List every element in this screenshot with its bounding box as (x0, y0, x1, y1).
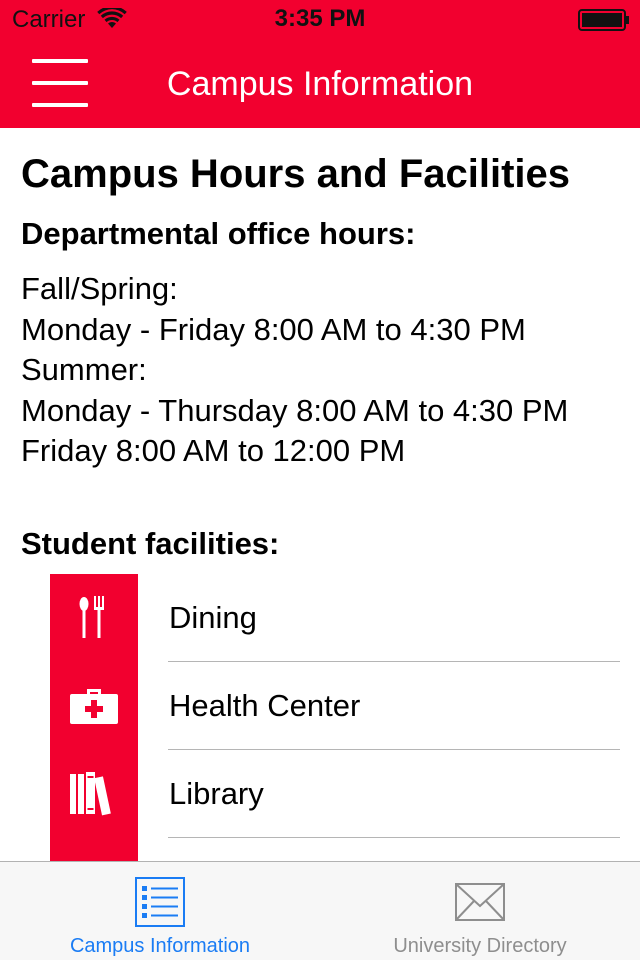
first-aid-kit-icon (50, 662, 138, 750)
tab-label: University Directory (393, 935, 567, 957)
list-item-facility[interactable] (0, 838, 640, 861)
tab-bar: Campus Information University Directory (0, 861, 640, 960)
hours-line: Monday - Friday 8:00 AM to 4:30 PM (21, 311, 526, 347)
facility-icon (50, 838, 138, 861)
list-icon (135, 877, 185, 927)
hours-line: Monday - Thursday 8:00 AM to 4:30 PM (21, 392, 569, 428)
dining-utensils-icon (50, 574, 138, 662)
tab-university-directory[interactable]: University Directory (320, 862, 640, 960)
facility-label: Library (169, 776, 264, 811)
envelope-icon (455, 883, 505, 921)
list-item-health-center[interactable]: Health Center (0, 662, 640, 750)
navigation-bar: Campus Information (0, 40, 640, 128)
status-bar: Carrier 3:35 PM (0, 0, 640, 40)
hours-line: Summer: (21, 352, 147, 387)
tab-campus-information[interactable]: Campus Information (0, 862, 320, 960)
tab-label: Campus Information (69, 935, 251, 957)
battery-icon (578, 9, 629, 31)
facilities-heading: Student facilities: (21, 526, 280, 561)
facilities-list: Dining Health Center Library (0, 574, 640, 861)
hours-line: Fall/Spring: (21, 271, 178, 306)
facility-label: Dining (169, 600, 257, 635)
office-hours-heading: Departmental office hours: (21, 216, 416, 251)
status-time: 3:35 PM (274, 5, 366, 32)
nav-title: Campus Information (166, 65, 474, 103)
list-item-library[interactable]: Library (0, 750, 640, 838)
hours-line: Friday 8:00 AM to 12:00 PM (21, 433, 406, 468)
facility-label: Health Center (169, 688, 361, 723)
header-bar: Carrier 3:35 PM Campus Information (0, 0, 640, 128)
books-icon (50, 750, 138, 838)
hamburger-menu-icon (32, 59, 88, 63)
list-item-dining[interactable]: Dining (0, 574, 640, 662)
page-title: Campus Hours and Facilities (21, 152, 571, 196)
main-content[interactable]: Campus Hours and Facilities Departmental… (0, 128, 640, 861)
office-hours-text: Fall/Spring: Monday - Friday 8:00 AM to … (21, 269, 621, 472)
